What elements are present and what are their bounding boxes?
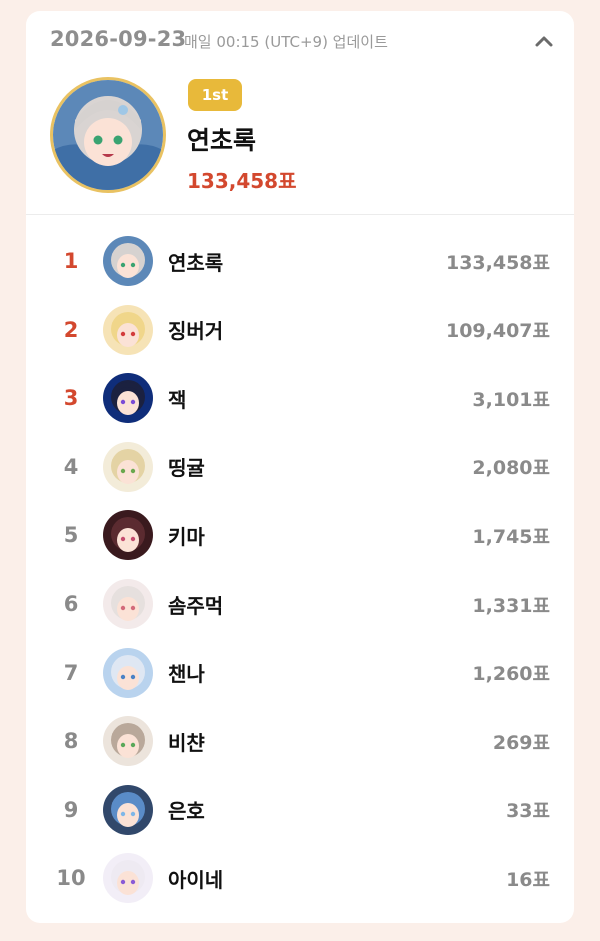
streamer-name: 챈나 xyxy=(168,662,205,687)
streamer-avatar xyxy=(103,716,153,767)
vote-count: 133,458표 xyxy=(445,251,550,274)
vote-count: 1,331표 xyxy=(472,594,550,617)
vote-count: 269표 xyxy=(492,731,550,754)
ranking-row[interactable]: 4 띵귤 2,080표 xyxy=(26,433,574,501)
streamer-name: 잭 xyxy=(168,387,187,412)
ranking-row[interactable]: 9 은호 33표 xyxy=(26,776,574,844)
streamer-avatar xyxy=(103,784,153,835)
ranking-row[interactable]: 8 비챤 269표 xyxy=(26,707,574,775)
rank-number: 3 xyxy=(63,386,79,411)
divider xyxy=(26,214,574,215)
rank-number: 8 xyxy=(63,729,79,754)
streamer-name: 은호 xyxy=(168,799,205,824)
rank-number: 6 xyxy=(63,592,79,616)
ranking-row[interactable]: 1 연초록 133,458표 xyxy=(26,227,574,295)
streamer-avatar xyxy=(103,236,153,286)
vote-count: 33표 xyxy=(506,800,550,823)
vote-count: 2,080표 xyxy=(472,457,550,480)
streamer-avatar xyxy=(103,647,153,698)
chevron-up-icon xyxy=(535,36,553,47)
top-ranker-votes: 133,458표 xyxy=(187,169,297,193)
rank-number: 7 xyxy=(63,660,79,685)
streamer-name: 아이네 xyxy=(168,867,224,892)
streamer-avatar xyxy=(103,304,153,355)
streamer-name: 솜주먹 xyxy=(168,593,224,618)
ranking-row[interactable]: 2 징버거 109,407표 xyxy=(26,296,574,364)
collapse-button[interactable] xyxy=(530,27,558,55)
streamer-avatar xyxy=(103,510,153,561)
ranking-header: 2026-09-23 매일 00:15 (UTC+9) 업데이트 xyxy=(26,11,574,71)
ranking-row[interactable]: 10 아이네 16표 xyxy=(26,844,574,912)
rank-badge: 1st xyxy=(188,79,242,111)
vote-count: 109,407표 xyxy=(445,320,550,343)
ranking-card: 2026-09-23 매일 00:15 (UTC+9) 업데이트 1st 연초록 xyxy=(26,11,574,923)
top-ranker[interactable]: 1st 연초록 133,458표 xyxy=(26,71,574,213)
rank-number: 4 xyxy=(63,454,79,479)
ranking-row[interactable]: 7 챈나 1,260표 xyxy=(26,639,574,707)
rank-number: 9 xyxy=(63,797,79,822)
streamer-avatar xyxy=(103,579,153,629)
update-date: 2026-09-23 xyxy=(50,27,187,51)
update-schedule-note: 매일 00:15 (UTC+9) 업데이트 xyxy=(184,33,388,51)
rank-number: 5 xyxy=(63,523,79,548)
rank-number: 1 xyxy=(63,249,79,273)
vote-count: 1,260표 xyxy=(472,663,550,686)
streamer-name: 비챤 xyxy=(168,730,205,755)
rank-number: 2 xyxy=(63,317,79,342)
rank-number: 10 xyxy=(56,866,86,891)
streamer-name: 띵귤 xyxy=(168,456,205,481)
vote-count: 3,101표 xyxy=(472,388,550,411)
top-ranker-name: 연초록 xyxy=(187,126,257,155)
ranking-row[interactable]: 5 키마 1,745표 xyxy=(26,501,574,569)
vote-count: 16표 xyxy=(506,868,550,891)
streamer-name: 키마 xyxy=(168,524,205,549)
ranking-row[interactable]: 3 잭 3,101표 xyxy=(26,364,574,432)
streamer-avatar xyxy=(103,441,153,492)
streamer-name: 징버거 xyxy=(168,319,224,344)
streamer-name: 연초록 xyxy=(168,250,224,275)
ranking-row[interactable]: 6 솜주먹 1,331표 xyxy=(26,570,574,638)
top-ranker-avatar xyxy=(50,77,166,193)
vote-count: 1,745표 xyxy=(472,525,550,548)
streamer-avatar xyxy=(103,853,153,904)
streamer-avatar xyxy=(103,373,153,424)
